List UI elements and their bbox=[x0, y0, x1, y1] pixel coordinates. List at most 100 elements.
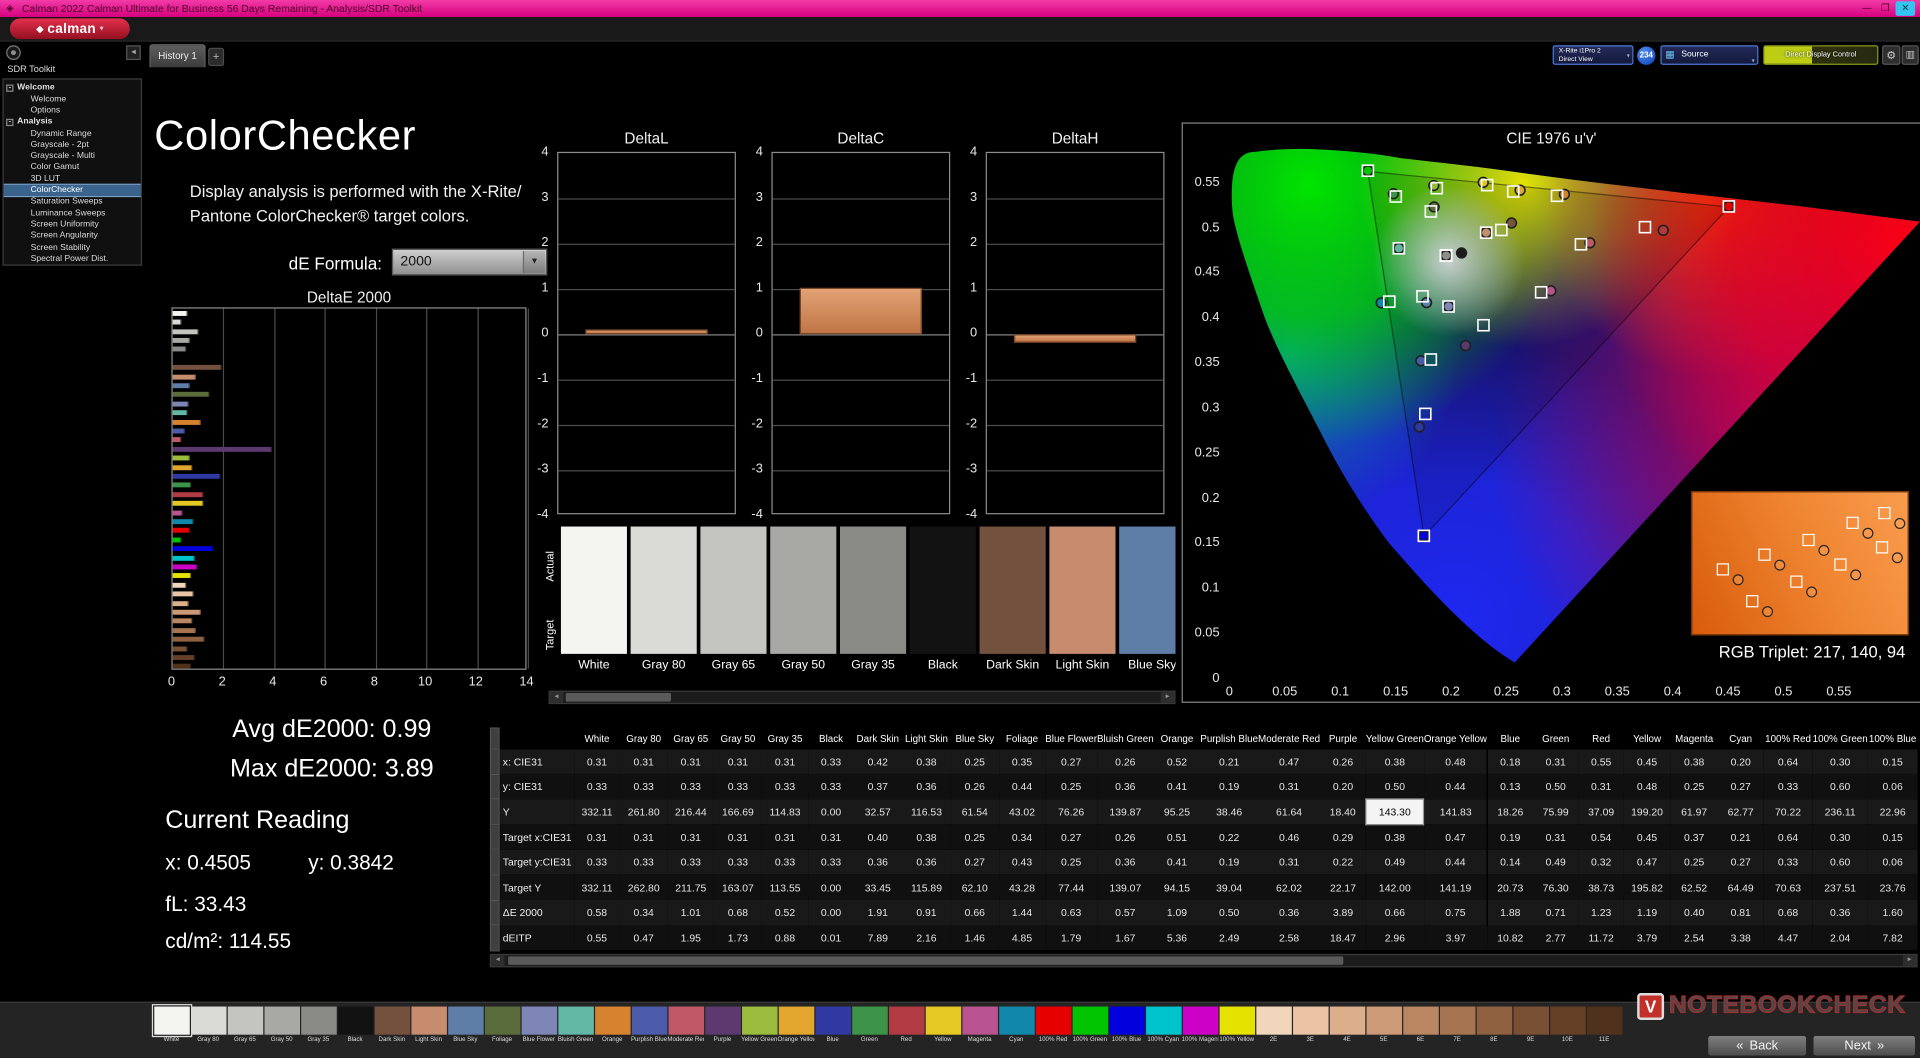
patch-gray-65[interactable]: Gray 65 bbox=[700, 526, 767, 679]
strip-patch-white[interactable]: White bbox=[151, 1004, 192, 1043]
sidebar-item-grayscale-2pt[interactable]: Grayscale - 2pt bbox=[4, 139, 141, 150]
layout-panel-button[interactable]: ▥ bbox=[1901, 45, 1919, 65]
patch-gray-35[interactable]: Gray 35 bbox=[840, 526, 907, 679]
sidebar-item-spectral-power-dist[interactable]: Spectral Power Dist. bbox=[4, 253, 141, 264]
strip-patch-10e[interactable]: 10E bbox=[1549, 1006, 1586, 1043]
strip-patch-yellow-green[interactable]: Yellow Green bbox=[741, 1006, 778, 1043]
patch-scrollbar[interactable]: ◄ ► bbox=[548, 690, 1176, 705]
strip-patch-light-skin[interactable]: Light Skin bbox=[410, 1006, 447, 1043]
strip-patch-100-red[interactable]: 100% Red bbox=[1035, 1006, 1072, 1043]
collapse-icon[interactable]: - bbox=[6, 83, 14, 92]
sidebar-collapse-button[interactable]: ◄ bbox=[126, 45, 141, 60]
sidebar-item-welcome[interactable]: Welcome bbox=[4, 94, 141, 105]
strip-patch-foliage[interactable]: Foliage bbox=[484, 1006, 521, 1043]
scroll-right-icon[interactable]: ► bbox=[1902, 955, 1917, 967]
sidebar-item-luminance-sweeps[interactable]: Luminance Sweeps bbox=[4, 208, 141, 219]
measurement-count-badge[interactable]: 234 bbox=[1637, 46, 1656, 65]
strip-patch-9e[interactable]: 9E bbox=[1512, 1006, 1549, 1043]
strip-patch-red[interactable]: Red bbox=[888, 1006, 925, 1043]
patch-gray-80[interactable]: Gray 80 bbox=[630, 526, 697, 679]
strip-patch-cyan[interactable]: Cyan bbox=[998, 1006, 1035, 1043]
strip-patch-2e[interactable]: 2E bbox=[1255, 1006, 1292, 1043]
strip-label: 100% Green bbox=[1072, 1035, 1107, 1044]
calman-menu-button[interactable]: ◆ calman ▾ bbox=[9, 18, 130, 40]
sidebar-group-welcome[interactable]: - Welcome bbox=[4, 82, 141, 94]
strip-patch-gray-50[interactable]: Gray 50 bbox=[263, 1006, 300, 1043]
strip-patch-gray-80[interactable]: Gray 80 bbox=[190, 1006, 227, 1043]
strip-patch-yellow[interactable]: Yellow bbox=[924, 1006, 961, 1043]
strip-patch-8e[interactable]: 8E bbox=[1476, 1006, 1513, 1043]
collapse-icon[interactable]: - bbox=[6, 118, 14, 126]
strip-patch-11e[interactable]: 11E bbox=[1586, 1006, 1623, 1043]
next-button[interactable]: Next » bbox=[1812, 1034, 1917, 1057]
strip-patch-100-cyan[interactable]: 100% Cyan bbox=[1145, 1006, 1182, 1043]
de-formula-dropdown[interactable]: 2000 ▼ bbox=[391, 248, 548, 276]
strip-patch-bluish-green[interactable]: Bluish Green bbox=[557, 1006, 594, 1043]
add-tab-button[interactable]: + bbox=[208, 47, 225, 67]
selected-cell[interactable]: 143.30 bbox=[1365, 798, 1425, 826]
table-cell: 95.25 bbox=[1153, 799, 1201, 825]
minimize-button[interactable]: — bbox=[1859, 1, 1875, 16]
strip-label: Moderate Red bbox=[667, 1035, 705, 1044]
patch-white[interactable]: White bbox=[560, 526, 627, 679]
axis-tick: 14 bbox=[519, 674, 534, 690]
sidebar-item-color-gamut[interactable]: Color Gamut bbox=[4, 162, 141, 173]
strip-patch-gray-65[interactable]: Gray 65 bbox=[227, 1006, 264, 1043]
source-selector[interactable]: ▦ Source ▾ bbox=[1660, 45, 1759, 65]
settings-button[interactable]: ⚙ bbox=[1882, 45, 1901, 65]
sidebar-item-screen-uniformity[interactable]: Screen Uniformity bbox=[4, 219, 141, 230]
meter-selector[interactable]: X-Rite i1Pro 2 Direct View ▾ bbox=[1552, 45, 1634, 65]
sidebar-item-screen-stability[interactable]: Screen Stability bbox=[4, 242, 141, 253]
sidebar-item-grayscale-multi[interactable]: Grayscale - Multi bbox=[4, 151, 141, 162]
strip-patch-blue-flower[interactable]: Blue Flower bbox=[520, 1006, 557, 1043]
workflow-menu-button[interactable] bbox=[6, 45, 21, 60]
strip-patch-black[interactable]: Black bbox=[337, 1006, 374, 1043]
strip-patch-100-yellow[interactable]: 100% Yellow bbox=[1218, 1006, 1255, 1043]
strip-patch-blue[interactable]: Blue bbox=[814, 1006, 851, 1043]
close-button[interactable]: ✕ bbox=[1895, 1, 1916, 16]
tab-history-1[interactable]: History 1 bbox=[149, 44, 206, 68]
strip-patch-7e[interactable]: 7E bbox=[1439, 1006, 1476, 1043]
strip-patch-100-green[interactable]: 100% Green bbox=[1071, 1006, 1108, 1044]
table-cell: 23.76 bbox=[1867, 874, 1918, 901]
display-control-selector[interactable]: Direct Display Control bbox=[1763, 45, 1879, 65]
scroll-left-icon[interactable]: ◄ bbox=[491, 955, 505, 967]
scrollbar-thumb[interactable] bbox=[508, 956, 1344, 965]
table-scrollbar[interactable]: ◄ ► bbox=[489, 953, 1918, 968]
strip-patch-orange-yellow[interactable]: Orange Yellow bbox=[778, 1006, 814, 1043]
strip-patch-dark-skin[interactable]: Dark Skin bbox=[373, 1006, 410, 1043]
strip-patch-magenta[interactable]: Magenta bbox=[961, 1006, 998, 1043]
strip-patch-5e[interactable]: 5E bbox=[1365, 1006, 1402, 1043]
patch-blue-sky[interactable]: Blue Sky bbox=[1119, 526, 1176, 679]
strip-patch-6e[interactable]: 6E bbox=[1402, 1006, 1439, 1043]
scroll-right-icon[interactable]: ► bbox=[1160, 691, 1175, 703]
strip-patch-4e[interactable]: 4E bbox=[1329, 1006, 1366, 1043]
strip-patch-purplish-blue[interactable]: Purplish Blue bbox=[631, 1006, 668, 1043]
strip-patch-orange[interactable]: Orange bbox=[594, 1006, 631, 1043]
sidebar-item-3d-lut[interactable]: 3D LUT bbox=[4, 174, 141, 185]
strip-patch-green[interactable]: Green bbox=[851, 1006, 888, 1043]
strip-patch-3e[interactable]: 3E bbox=[1292, 1006, 1329, 1043]
patch-light-skin[interactable]: Light Skin bbox=[1049, 526, 1116, 679]
patch-dark-skin[interactable]: Dark Skin bbox=[979, 526, 1046, 679]
strip-patch-moderate-red[interactable]: Moderate Red bbox=[667, 1006, 705, 1044]
strip-patch-purple[interactable]: Purple bbox=[704, 1006, 741, 1043]
sidebar-group-analysis[interactable]: - Analysis bbox=[4, 116, 141, 128]
strip-patch-100-magenta[interactable]: 100% Magenta bbox=[1182, 1006, 1218, 1043]
strip-patch-100-blue[interactable]: 100% Blue bbox=[1108, 1006, 1145, 1043]
strip-patch-blue-sky[interactable]: Blue Sky bbox=[447, 1006, 484, 1043]
title-bar[interactable]: ◈ Calman 2022 Calman Ultimate for Busine… bbox=[0, 0, 1920, 18]
patch-black[interactable]: Black bbox=[909, 526, 976, 679]
maximize-button[interactable]: ❐ bbox=[1877, 1, 1893, 16]
sidebar-item-dynamic-range[interactable]: Dynamic Range bbox=[4, 128, 141, 139]
back-button[interactable]: « Back bbox=[1706, 1034, 1808, 1057]
sidebar-item-options[interactable]: Options bbox=[4, 105, 141, 116]
strip-patch-gray-35[interactable]: Gray 35 bbox=[300, 1006, 337, 1043]
patch-gray-50[interactable]: Gray 50 bbox=[770, 526, 837, 679]
sidebar-item-screen-angularity[interactable]: Screen Angularity bbox=[4, 231, 141, 242]
scrollbar-thumb[interactable] bbox=[565, 693, 672, 702]
sidebar-item-saturation-sweeps[interactable]: Saturation Sweeps bbox=[4, 196, 141, 207]
cie-zoom-inset[interactable] bbox=[1691, 491, 1909, 636]
scroll-left-icon[interactable]: ◄ bbox=[549, 691, 564, 703]
sidebar-item-colorchecker[interactable]: ColorChecker bbox=[3, 183, 141, 198]
